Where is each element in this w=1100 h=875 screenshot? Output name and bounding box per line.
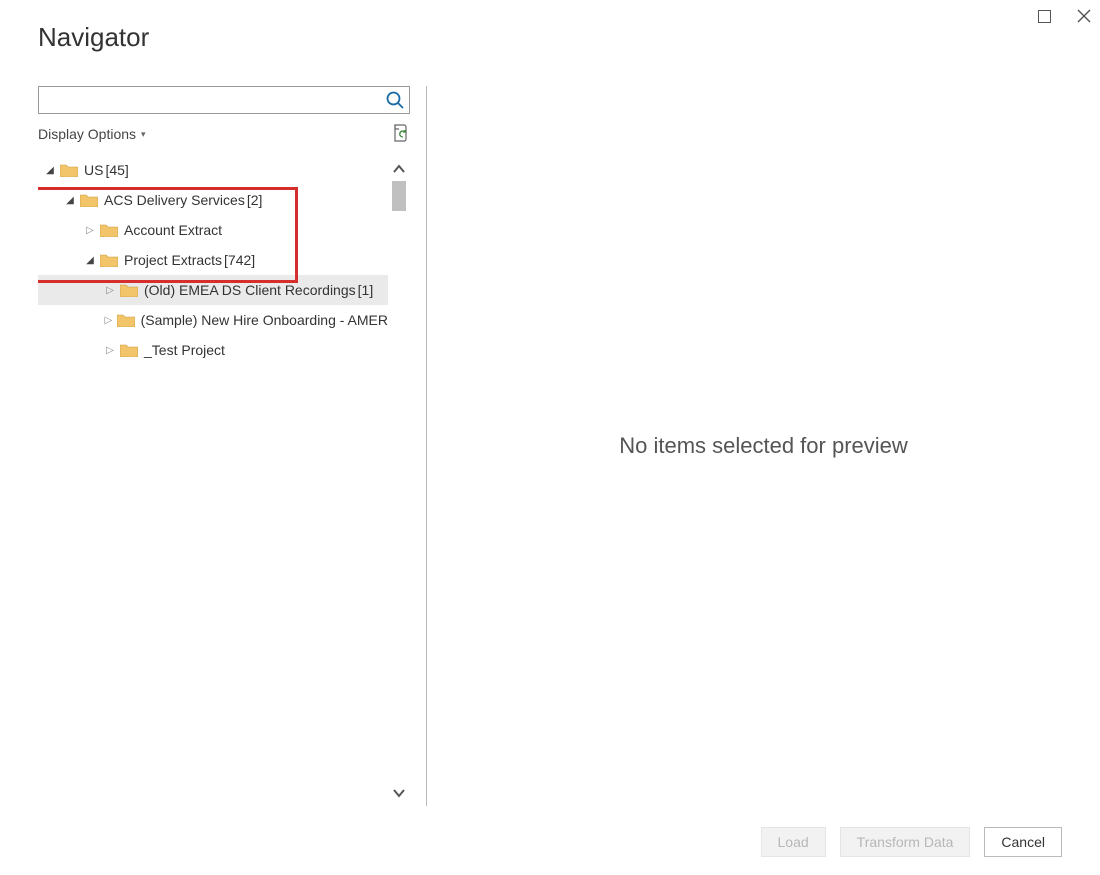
maximize-button[interactable] bbox=[1036, 8, 1052, 24]
scroll-thumb[interactable] bbox=[392, 181, 406, 211]
tree-node-old-emea[interactable]: ▷ (Old) EMEA DS Client Recordings [1] bbox=[38, 275, 388, 305]
folder-icon bbox=[117, 313, 135, 327]
search-input[interactable] bbox=[43, 87, 381, 113]
tree-node-label: _Test Project bbox=[144, 342, 225, 358]
search-icon[interactable] bbox=[385, 90, 405, 113]
tree-scrollbar[interactable] bbox=[388, 155, 410, 807]
folder-icon bbox=[120, 283, 138, 297]
tree-node-label: (Sample) New Hire Onboarding - AMER bbox=[141, 312, 388, 328]
tree-node-label: US bbox=[84, 162, 103, 178]
folder-icon bbox=[60, 163, 78, 177]
dialog-buttons: Load Transform Data Cancel bbox=[761, 827, 1062, 857]
tree-node-label: Account Extract bbox=[124, 222, 222, 238]
transform-data-button: Transform Data bbox=[840, 827, 971, 857]
expander-icon[interactable]: ◢ bbox=[44, 165, 56, 176]
tree-node-project-extracts[interactable]: ◢ Project Extracts [742] bbox=[38, 245, 388, 275]
tree-node-count: [742] bbox=[224, 252, 255, 268]
expander-icon[interactable]: ▷ bbox=[104, 315, 113, 326]
scroll-track[interactable] bbox=[388, 177, 410, 785]
preview-empty-message: No items selected for preview bbox=[619, 433, 908, 459]
search-box bbox=[38, 86, 410, 114]
tree-node-acs[interactable]: ◢ ACS Delivery Services [2] bbox=[38, 185, 388, 215]
tree-node-us[interactable]: ◢ US [45] bbox=[38, 155, 388, 185]
expander-icon[interactable]: ▷ bbox=[104, 345, 116, 356]
folder-icon bbox=[120, 343, 138, 357]
cancel-button[interactable]: Cancel bbox=[984, 827, 1062, 857]
page-title: Navigator bbox=[38, 22, 149, 53]
tree-node-label: (Old) EMEA DS Client Recordings bbox=[144, 282, 356, 298]
display-options-label: Display Options bbox=[38, 126, 136, 142]
tree-node-count: [2] bbox=[247, 192, 263, 208]
expander-icon[interactable]: ◢ bbox=[84, 255, 96, 266]
tree-node-count: [45] bbox=[105, 162, 128, 178]
navigator-pane: Display Options ▾ ◢ US [45] bbox=[38, 86, 410, 806]
scroll-up-icon[interactable] bbox=[392, 161, 406, 177]
folder-tree: ◢ US [45] ◢ ACS Delivery Services [2] ▷ bbox=[38, 155, 388, 807]
scroll-down-icon[interactable] bbox=[392, 785, 406, 801]
expander-icon[interactable]: ▷ bbox=[104, 285, 116, 296]
tree-node-count: [1] bbox=[358, 282, 374, 298]
expander-icon[interactable]: ▷ bbox=[84, 225, 96, 236]
tree-node-label: Project Extracts bbox=[124, 252, 222, 268]
expander-icon[interactable]: ◢ bbox=[64, 195, 76, 206]
folder-icon bbox=[100, 253, 118, 267]
close-button[interactable] bbox=[1076, 8, 1092, 24]
preview-pane: No items selected for preview bbox=[427, 86, 1100, 806]
chevron-down-icon: ▾ bbox=[141, 129, 146, 140]
folder-icon bbox=[100, 223, 118, 237]
tree-node-account-extract[interactable]: ▷ Account Extract bbox=[38, 215, 388, 245]
folder-icon bbox=[80, 193, 98, 207]
tree-node-sample-new-hire[interactable]: ▷ (Sample) New Hire Onboarding - AMER bbox=[38, 305, 388, 335]
display-options-dropdown[interactable]: Display Options ▾ bbox=[38, 126, 146, 142]
refresh-icon[interactable] bbox=[392, 124, 410, 145]
load-button: Load bbox=[761, 827, 826, 857]
tree-node-test-project[interactable]: ▷ _Test Project bbox=[38, 335, 388, 365]
tree-node-label: ACS Delivery Services bbox=[104, 192, 245, 208]
